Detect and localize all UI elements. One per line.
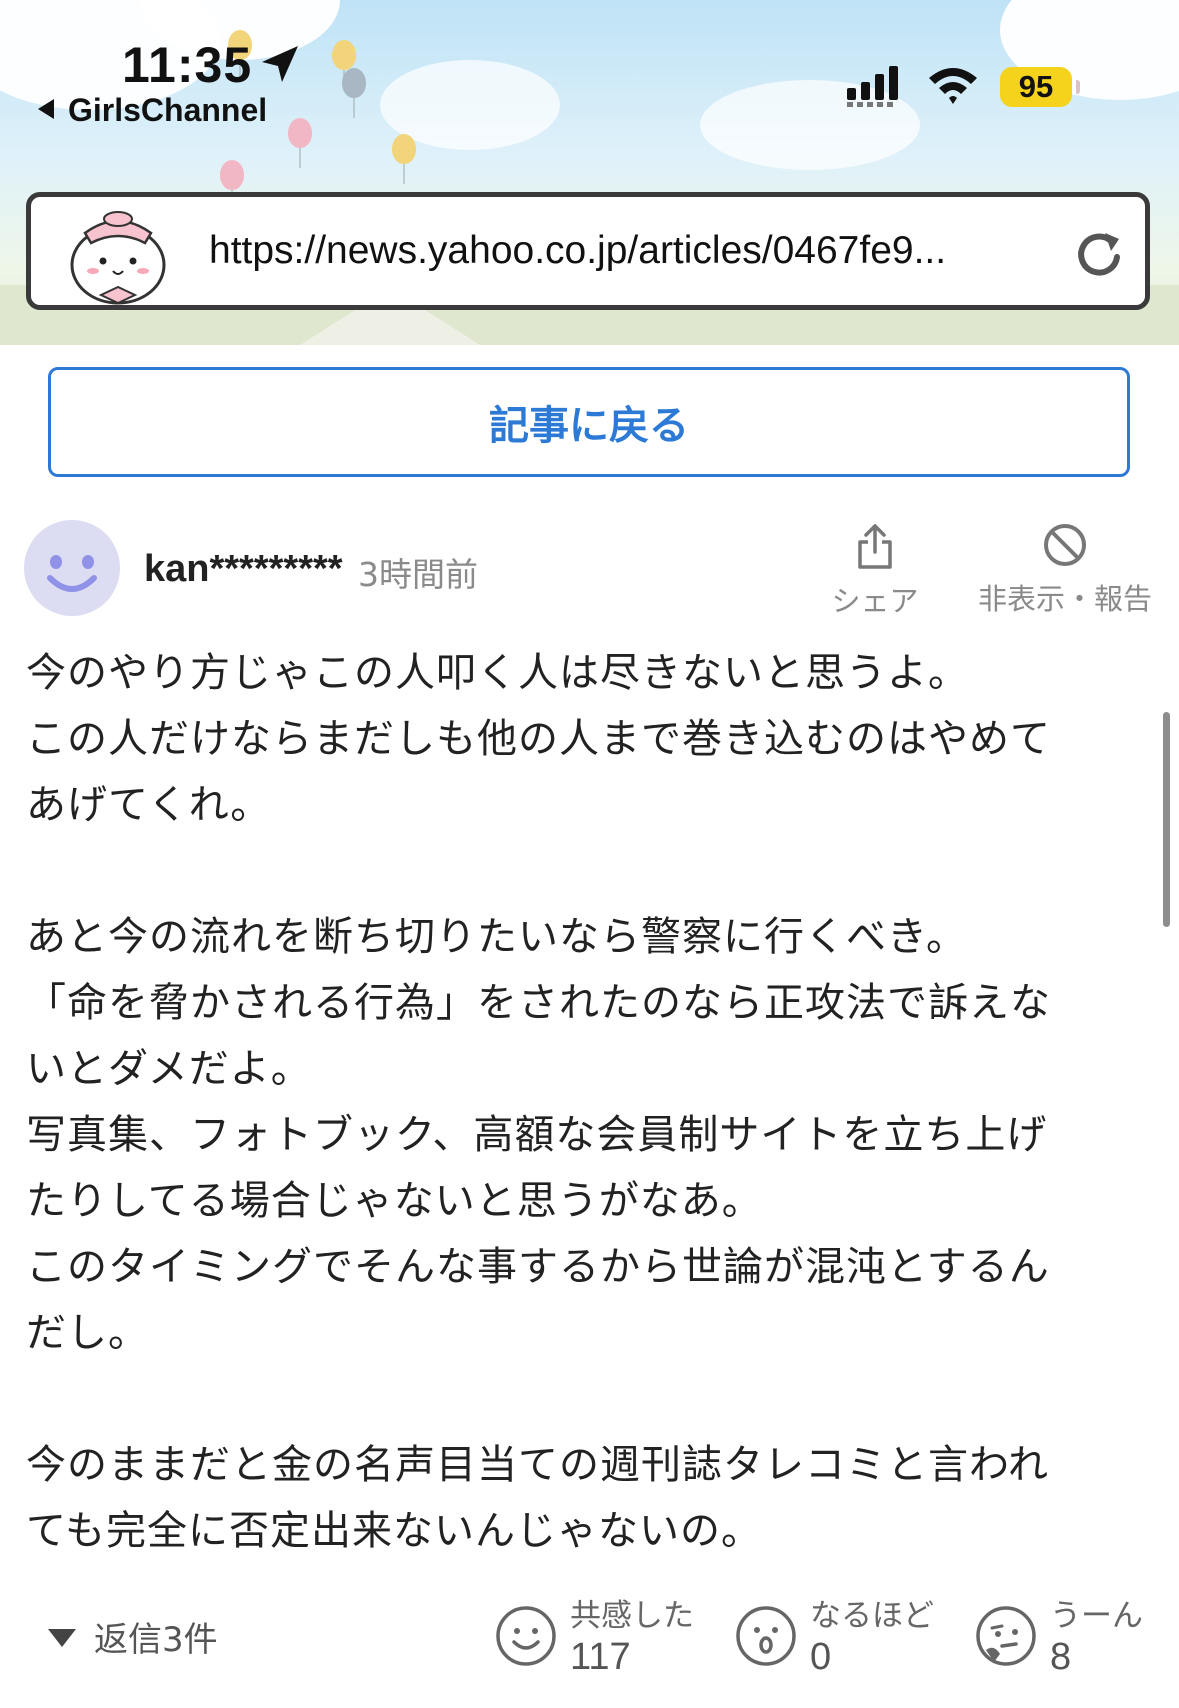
share-icon: [858, 524, 892, 569]
share-label: シェア: [831, 584, 919, 618]
reaction-label: うーん: [1050, 1598, 1143, 1634]
reaction-count: 0: [810, 1636, 832, 1678]
comment-timestamp: 3時間前: [358, 555, 478, 594]
back-app-label: GirlsChannel: [68, 92, 268, 128]
address-bar[interactable]: https://news.yahoo.co.jp/articles/0467fe…: [26, 192, 1150, 310]
comment-line: ても完全に否定出来ないんじゃないの。: [26, 1508, 762, 1554]
comment-username[interactable]: kan*********: [144, 548, 343, 591]
balloon-decoration: [220, 160, 244, 210]
hide-report-button[interactable]: 非表示・報告: [970, 522, 1160, 618]
reaction-count: 8: [1050, 1636, 1072, 1678]
reaction-count: 117: [570, 1636, 631, 1678]
wifi-icon: [929, 68, 977, 104]
url-text[interactable]: https://news.yahoo.co.jp/articles/0467fe…: [209, 229, 1089, 273]
cellular-signal-icon: [847, 66, 898, 107]
comment-line: だし。: [26, 1310, 149, 1356]
comment-line: 今のままだと金の名声目当ての週刊誌タレコミと言われ: [26, 1442, 1049, 1488]
comment-line: 「命を脅かされる行為」をされたのなら正攻法で訴えな: [26, 980, 1051, 1026]
comment-line: たりしてる場合じゃないと思うがなあ。: [26, 1178, 763, 1224]
comment-body: 今のやり方じゃこの人叩く人は尽きないと思うよ。 この人だけならまだしも他の人まで…: [26, 640, 1156, 1564]
replies-label: 返信3件: [94, 1620, 218, 1660]
back-to-app-link[interactable]: GirlsChannel: [38, 92, 267, 129]
scrollbar[interactable]: [1163, 712, 1170, 927]
surprised-face-icon: [736, 1606, 796, 1666]
status-time: 11:35: [122, 37, 253, 93]
replies-toggle[interactable]: 返信3件: [48, 1612, 218, 1661]
balloon-decoration: [342, 68, 366, 118]
comment-line: いとダメだよ。: [26, 1046, 312, 1092]
comment-line: このタイミングでそんな事するから世論が混沌とするん: [26, 1244, 1050, 1290]
comment-line: この人だけならまだしも他の人まで巻き込むのはやめて: [26, 716, 1051, 762]
balloon-decoration: [392, 134, 416, 184]
balloon-decoration: [288, 118, 312, 168]
comment-line: 写真集、フォトブック、高額な会員制サイトを立ち上げ: [26, 1112, 1048, 1158]
hide-report-label: 非表示・報告: [977, 582, 1152, 616]
smile-face-icon: [496, 1606, 556, 1666]
reaction-label: 共感した: [570, 1598, 694, 1634]
reaction-label: なるほど: [810, 1598, 934, 1634]
location-arrow-icon: [262, 46, 298, 82]
comment-line: 今のやり方じゃこの人叩く人は尽きないと思うよ。: [26, 650, 969, 696]
expand-triangle-icon: [48, 1629, 76, 1647]
thinking-face-icon: [976, 1606, 1036, 1666]
balloon-decoration: [332, 40, 356, 90]
comment-line: あと今の流れを断ち切りたいなら警察に行くべき。: [26, 914, 967, 960]
share-button[interactable]: シェア: [820, 522, 930, 620]
battery-indicator: 95: [1000, 67, 1080, 107]
back-to-article-button[interactable]: 記事に戻る: [48, 367, 1130, 477]
prohibit-icon: [1044, 524, 1086, 566]
comment-line: あげてくれ。: [26, 782, 272, 828]
browser-header: 11:35 GirlsChannel 95 https://news.yahoo…: [0, 0, 1179, 345]
mascot-character-icon: [70, 211, 166, 305]
reload-icon[interactable]: [1071, 227, 1127, 283]
avatar: [24, 520, 120, 616]
back-triangle-icon: [38, 99, 54, 119]
